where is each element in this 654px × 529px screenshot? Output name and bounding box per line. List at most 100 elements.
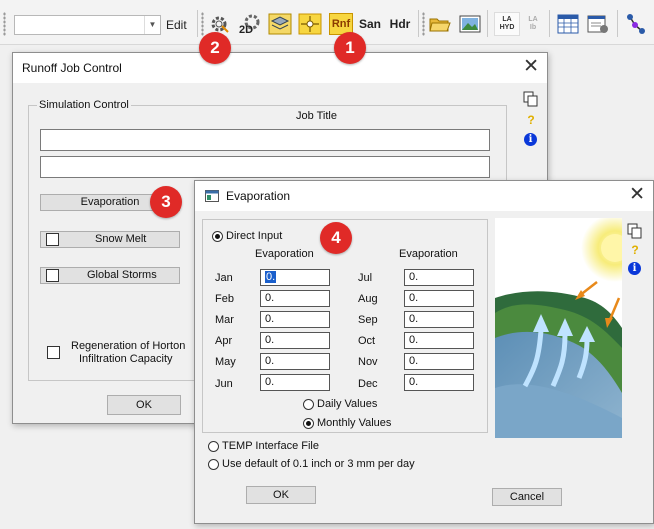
toolbar-separator (617, 10, 618, 37)
month-label-apr: Apr (215, 335, 233, 347)
evap-input-jun[interactable]: 0. (260, 374, 330, 391)
edit-button[interactable]: Edit (166, 18, 187, 32)
evaporation-illustration (495, 218, 622, 438)
sanitary-button[interactable]: San (357, 12, 383, 36)
window-app-icon (205, 190, 219, 202)
close-icon[interactable]: ✕ (629, 184, 645, 206)
monthly-values-label: Monthly Values (317, 417, 392, 429)
direct-input-label: Direct Input (226, 230, 283, 242)
la-ib-button[interactable]: LA Ib (522, 12, 544, 36)
callout-badge-4: 4 (320, 222, 352, 254)
month-label-jul: Jul (358, 272, 373, 284)
month-label-aug: Aug (358, 293, 378, 305)
evap-input-mar[interactable]: 0. (260, 311, 330, 328)
direct-input-radio[interactable] (212, 231, 223, 242)
use-default-label: Use default of 0.1 inch or 3 mm per day (222, 458, 415, 470)
callout-badge-2: 2 (199, 32, 231, 64)
evaporation-col-header-right: Evaporation (399, 248, 458, 260)
copy-icon[interactable] (523, 91, 539, 107)
evap-input-may[interactable]: 0. (260, 353, 330, 370)
table-icon[interactable] (556, 12, 580, 36)
network-icon[interactable] (624, 12, 648, 36)
month-label-jun: Jun (215, 378, 233, 390)
help-icon[interactable]: ? (523, 113, 539, 127)
toolbar-grip[interactable] (422, 12, 425, 36)
toolbar-separator (549, 10, 550, 37)
info-icon[interactable]: i (524, 133, 537, 146)
evaporation-side-icons: ? i (627, 223, 643, 275)
2d-gear-icon[interactable]: 2D (236, 12, 262, 36)
evap-input-jul[interactable]: 0. (404, 269, 474, 286)
daily-values-label: Daily Values (317, 398, 378, 410)
la-hyd-top: LA (502, 16, 512, 23)
toolbar-grip[interactable] (3, 12, 6, 36)
toolbar-separator (487, 10, 488, 37)
svg-text:2D: 2D (239, 24, 253, 35)
evap-input-nov[interactable]: 0. (404, 353, 474, 370)
runoff-titlebar[interactable]: Runoff Job Control ✕ (13, 53, 547, 83)
evap-input-sep[interactable]: 0. (404, 311, 474, 328)
evap-input-oct[interactable]: 0. (404, 332, 474, 349)
snow-melt-checkbox[interactable] (46, 233, 59, 246)
form-icon[interactable] (586, 12, 610, 36)
close-icon[interactable]: ✕ (523, 56, 539, 78)
month-label-may: May (215, 356, 236, 368)
open-folder-icon[interactable] (428, 12, 452, 36)
month-label-mar: Mar (215, 314, 234, 326)
temp-interface-radio[interactable] (208, 441, 219, 452)
global-storms-label: Global Storms (87, 269, 157, 281)
evap-cancel-button[interactable]: Cancel (492, 488, 562, 506)
global-storms-checkbox[interactable] (46, 269, 59, 282)
temp-interface-label: TEMP Interface File (222, 440, 319, 452)
info-icon[interactable]: i (628, 262, 641, 275)
la-hyd-button[interactable]: LA HYD (494, 12, 520, 36)
la-ib-bottom: Ib (529, 24, 537, 31)
evap-value-jan: 0. (265, 271, 277, 283)
evaporation-title: Evaporation (226, 189, 291, 203)
toolbar-separator (418, 10, 419, 37)
month-label-oct: Oct (358, 335, 376, 347)
regeneration-label-line1: Regeneration of Horton (71, 340, 186, 352)
regeneration-checkbox[interactable] (47, 346, 60, 359)
job-title-line2-input[interactable] (40, 156, 490, 178)
hydraulics-button[interactable]: Hdr (387, 12, 413, 36)
evap-input-apr[interactable]: 0. (260, 332, 330, 349)
snow-melt-label: Snow Melt (95, 233, 147, 245)
main-toolbar: ▼ Edit 2D Rnf San Hdr LA HYD LA Ib (0, 0, 654, 45)
copy-icon[interactable] (627, 223, 643, 239)
month-label-jan: Jan (215, 272, 233, 284)
month-label-nov: Nov (358, 356, 378, 368)
la-hyd-bottom: HYD (499, 24, 515, 31)
layer-combo[interactable]: ▼ (14, 15, 161, 35)
job-title-line1-input[interactable] (40, 129, 490, 151)
toolbar-grip[interactable] (201, 12, 204, 36)
layers-icon[interactable] (267, 12, 293, 36)
month-label-dec: Dec (358, 378, 378, 390)
evap-ok-button[interactable]: OK (246, 486, 316, 504)
node-icon[interactable] (297, 12, 323, 36)
callout-badge-3: 3 (150, 186, 182, 218)
toolbar-separator (197, 10, 198, 37)
picture-icon[interactable] (458, 12, 482, 36)
use-default-radio[interactable] (208, 459, 219, 470)
evaporation-window: Evaporation ✕ Direct Input Evaporation E… (194, 180, 654, 524)
callout-badge-1: 1 (334, 32, 366, 64)
job-title-label: Job Title (296, 110, 337, 122)
help-icon[interactable]: ? (627, 243, 643, 257)
evap-input-feb[interactable]: 0. (260, 290, 330, 307)
evaporation-titlebar[interactable]: Evaporation ✕ (195, 181, 653, 211)
monthly-values-radio[interactable] (303, 418, 314, 429)
global-storms-toggle[interactable]: Global Storms (40, 267, 180, 284)
regeneration-label-line2: Infiltration Capacity (79, 353, 173, 365)
snow-melt-toggle[interactable]: Snow Melt (40, 231, 180, 248)
evap-input-dec[interactable]: 0. (404, 374, 474, 391)
runoff-title: Runoff Job Control (22, 61, 122, 75)
evap-input-aug[interactable]: 0. (404, 290, 474, 307)
evap-input-jan[interactable]: 0. (260, 269, 330, 286)
runoff-ok-button[interactable]: OK (107, 395, 181, 415)
chevron-down-icon[interactable]: ▼ (144, 16, 160, 34)
simulation-control-label: Simulation Control (37, 99, 131, 111)
la-ib-top: LA (528, 16, 538, 23)
daily-values-radio[interactable] (303, 399, 314, 410)
month-label-sep: Sep (358, 314, 378, 326)
